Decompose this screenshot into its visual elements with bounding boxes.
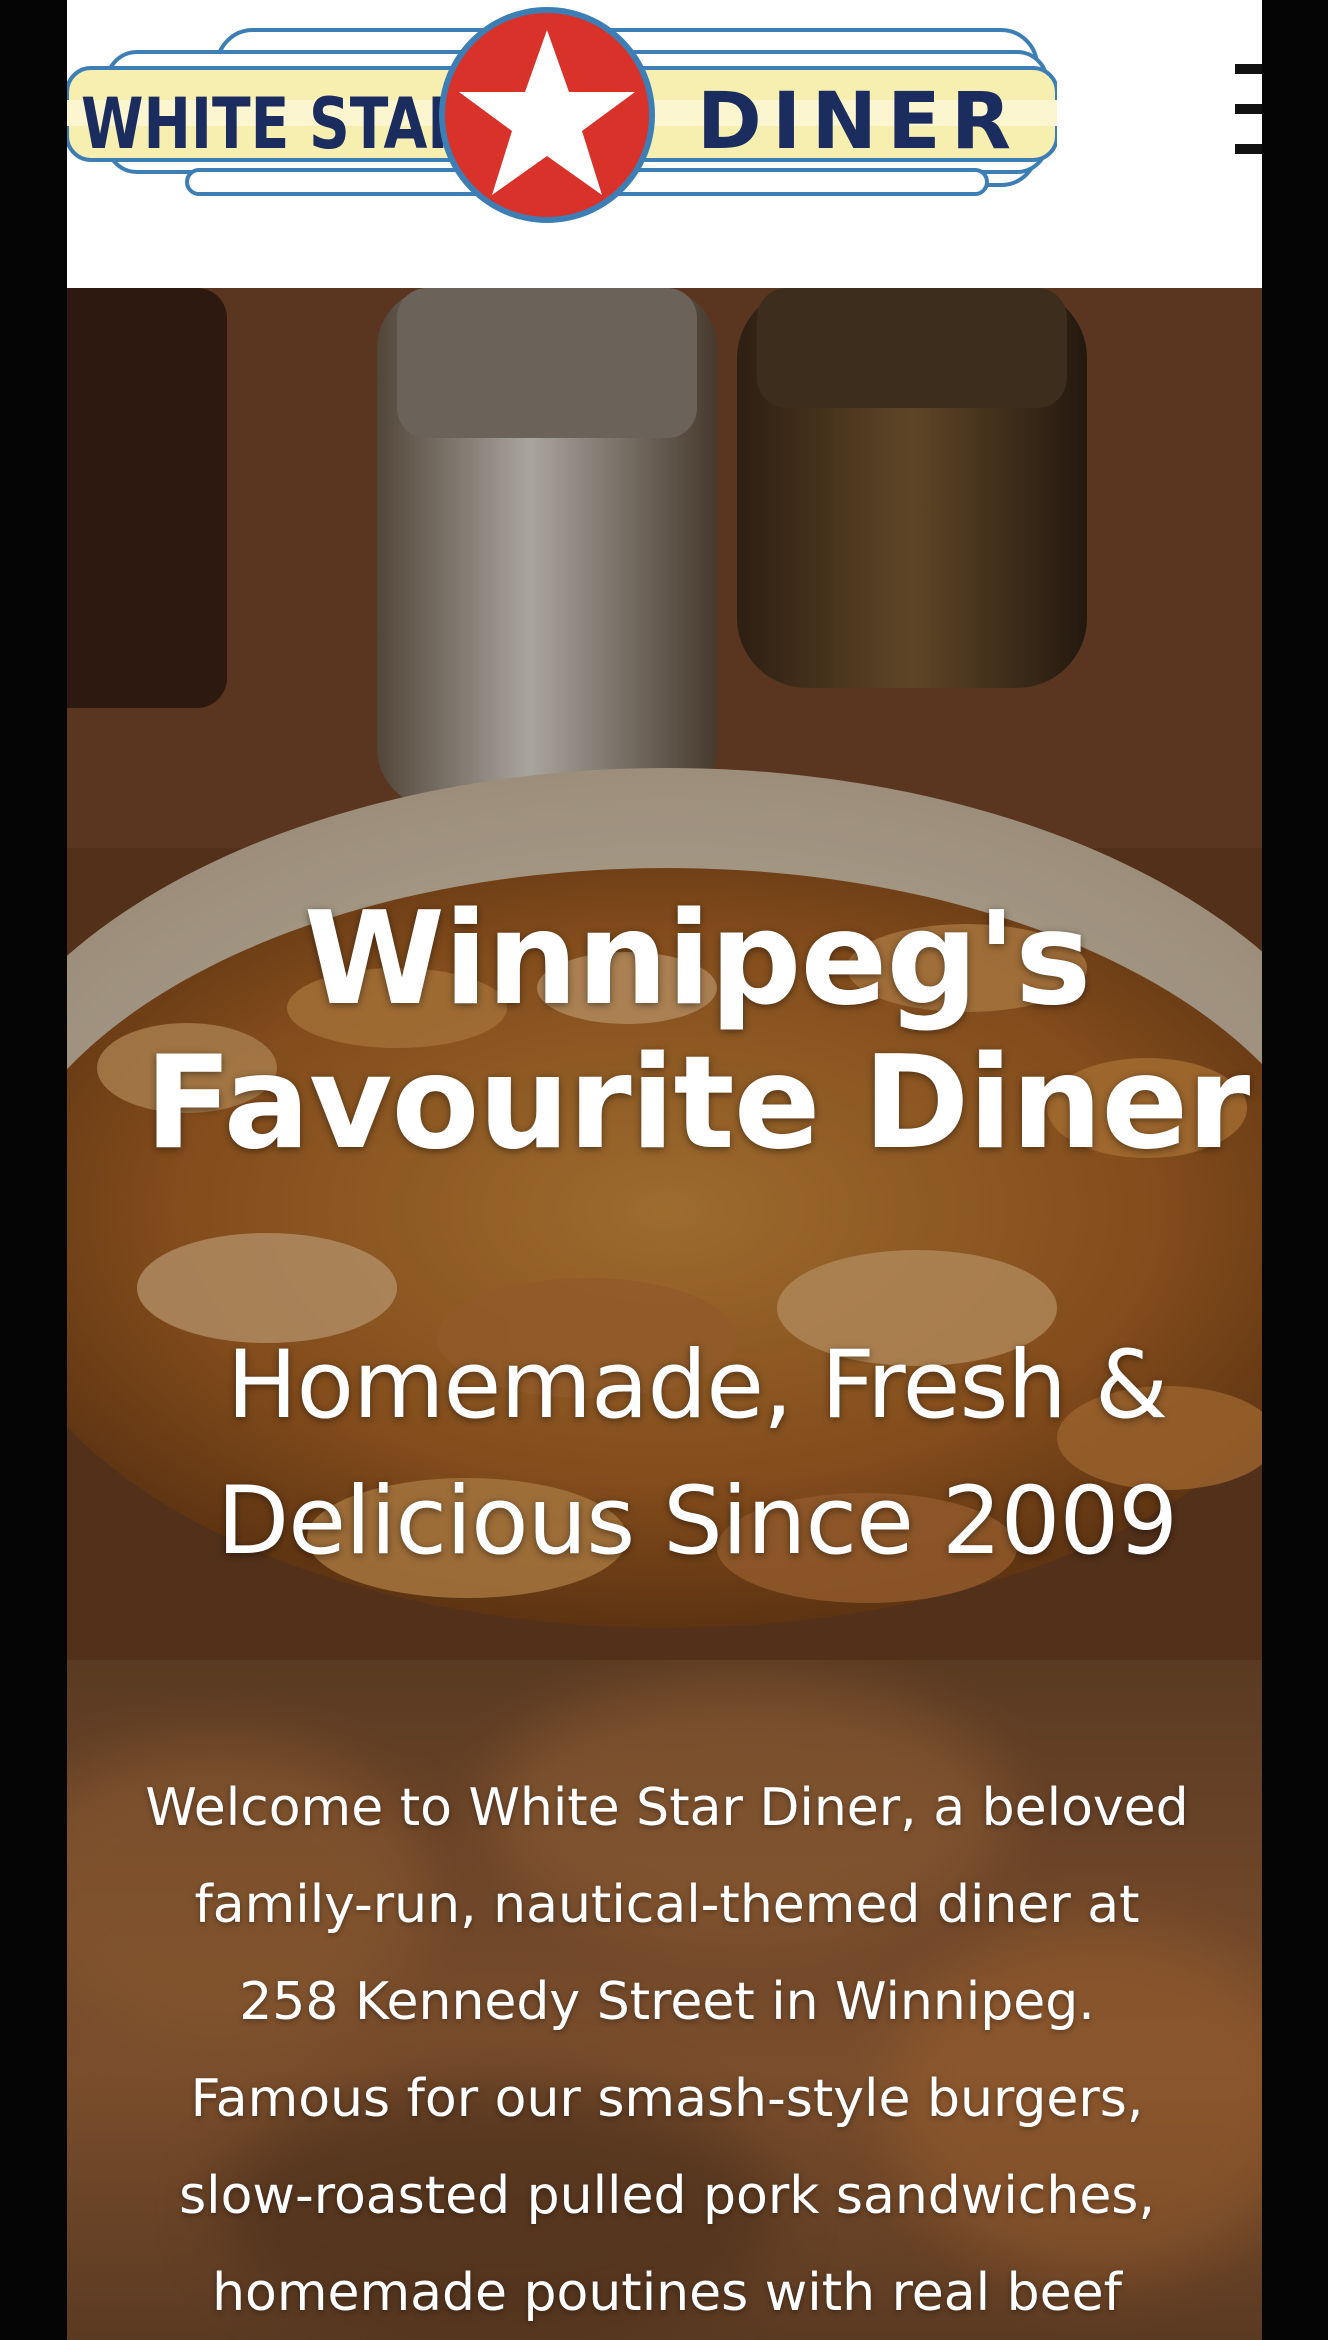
hero-subtitle-line: Homemade, Fresh & [226, 1331, 1168, 1440]
left-letterbox [0, 0, 67, 2340]
hero-title: Winnipeg's Favourite Diner [127, 888, 1262, 1176]
hero-text-block: Winnipeg's Favourite Diner Homemade, Fre… [67, 288, 1262, 1660]
hamburger-menu-icon[interactable] [1235, 64, 1262, 154]
intro-line: family-run, nautical-themed diner at [194, 1875, 1140, 1935]
intro-line: homemade poutines with real beef [212, 2263, 1122, 2323]
intro-section: Welcome to White Star Diner, a beloved f… [67, 1660, 1262, 2340]
white-star-diner-logo[interactable]: WHITE STAR DINER [67, 0, 1057, 240]
intro-paragraph: Welcome to White Star Diner, a beloved f… [67, 1760, 1262, 2340]
page-viewport: WHITE STAR DINER Winnipeg's Favourite Di… [67, 0, 1262, 2340]
hero-banner: Winnipeg's Favourite Diner Homemade, Fre… [67, 288, 1262, 1660]
intro-line: Famous for our smash-style burgers, [190, 2069, 1144, 2129]
hero-title-line: Winnipeg's [303, 885, 1092, 1034]
hero-title-line: Favourite Diner [144, 1029, 1251, 1178]
site-header: WHITE STAR DINER [67, 0, 1262, 288]
intro-line: Welcome to White Star Diner, a beloved [145, 1778, 1189, 1838]
intro-line: slow-roasted pulled pork sandwiches, [179, 2166, 1155, 2226]
right-letterbox [1262, 0, 1328, 2340]
intro-line: 258 Kennedy Street in Winnipeg. [239, 1972, 1095, 2032]
hero-subtitle: Homemade, Fresh & Delicious Since 2009 [127, 1318, 1262, 1590]
hero-subtitle-line: Delicious Since 2009 [216, 1467, 1178, 1576]
logo-right-text: DINER [697, 77, 1037, 167]
logo-left-text: WHITE STAR [81, 83, 471, 165]
